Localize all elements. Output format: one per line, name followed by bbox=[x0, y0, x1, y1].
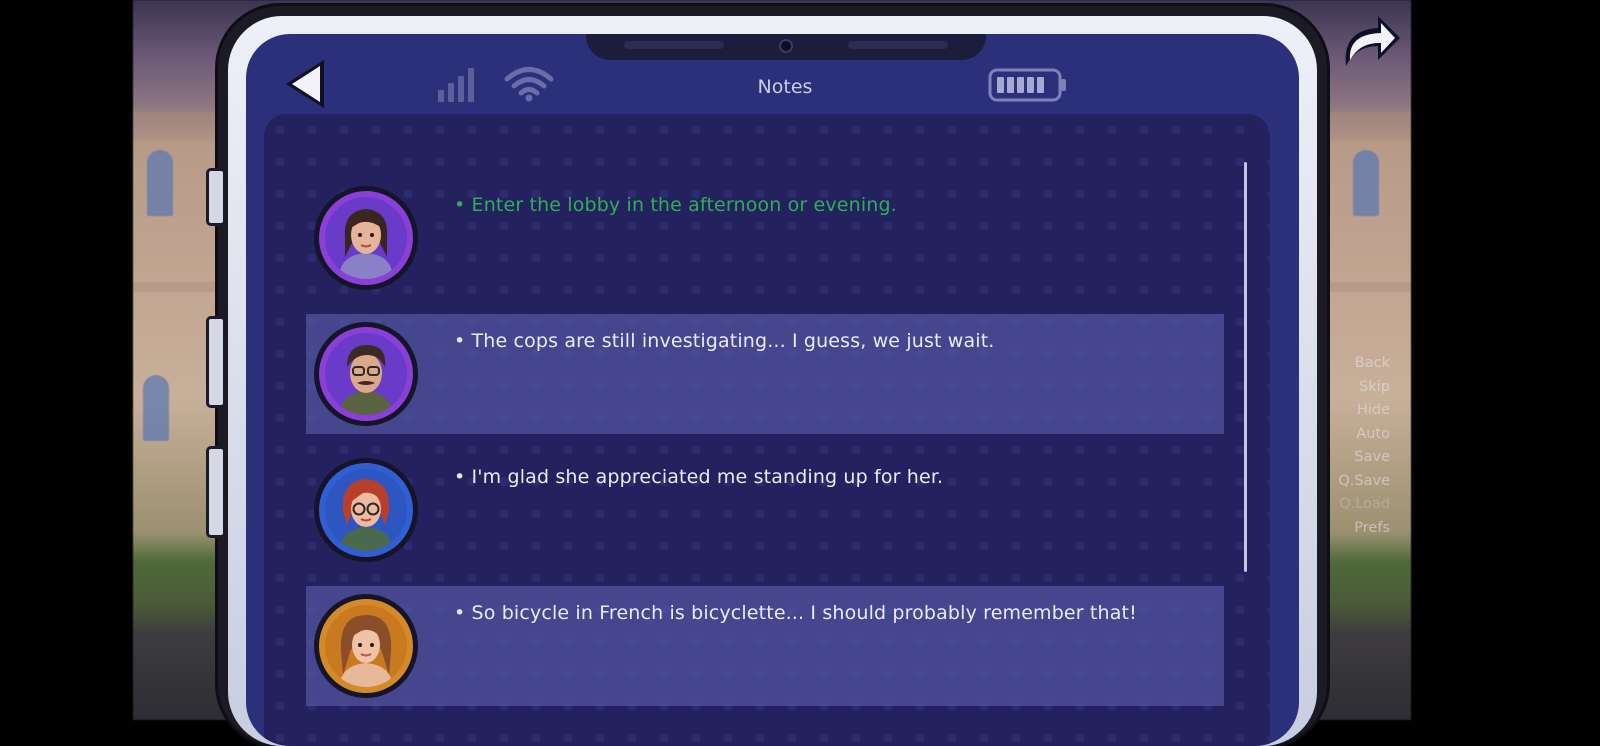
quick-menu-hide[interactable]: Hide bbox=[1338, 399, 1390, 423]
quick-menu-back[interactable]: Back bbox=[1338, 352, 1390, 376]
quick-menu-qload[interactable]: Q.Load bbox=[1338, 493, 1390, 517]
brown-haired-woman-portrait bbox=[339, 615, 393, 687]
quick-menu: Back Skip Hide Auto Save Q.Save Q.Load P… bbox=[1338, 352, 1390, 540]
man-with-mustache-portrait bbox=[339, 345, 393, 415]
note-item: • The cops are still investigating... I … bbox=[306, 314, 1224, 434]
quick-menu-skip[interactable]: Skip bbox=[1338, 376, 1390, 400]
phone-screen: Notes • Enter the lobby in the afternoon… bbox=[246, 34, 1299, 746]
battery-icon bbox=[988, 68, 1066, 102]
scrollbar[interactable] bbox=[1244, 162, 1247, 572]
note-item: • Enter the lobby in the afternoon or ev… bbox=[306, 178, 1224, 298]
return-arrow-button[interactable] bbox=[1338, 10, 1404, 70]
curved-arrow-right-icon bbox=[1345, 16, 1400, 66]
note-text: • Enter the lobby in the afternoon or ev… bbox=[454, 194, 897, 216]
note-text: • I'm glad she appreciated me standing u… bbox=[454, 466, 944, 488]
quick-menu-save[interactable]: Save bbox=[1338, 446, 1390, 470]
notes-list[interactable]: • Enter the lobby in the afternoon or ev… bbox=[264, 114, 1270, 746]
quick-menu-auto[interactable]: Auto bbox=[1338, 423, 1390, 447]
phone-frame: Notes • Enter the lobby in the afternoon… bbox=[228, 16, 1317, 746]
phone-side-button bbox=[206, 446, 226, 538]
phone-side-button bbox=[206, 168, 226, 226]
quick-menu-qsave[interactable]: Q.Save bbox=[1338, 470, 1390, 494]
avatar bbox=[314, 458, 418, 562]
note-item: • I'm glad she appreciated me standing u… bbox=[306, 450, 1224, 570]
avatar bbox=[314, 322, 418, 426]
phone-side-button bbox=[206, 316, 226, 408]
note-item: • So bicycle in French is bicyclette... … bbox=[306, 586, 1224, 706]
note-text: • The cops are still investigating... I … bbox=[454, 330, 995, 352]
page-title: Notes bbox=[757, 76, 813, 98]
red-haired-woman-portrait bbox=[339, 479, 393, 551]
dark-haired-woman-portrait bbox=[339, 209, 393, 279]
status-bar: Notes bbox=[246, 34, 1299, 114]
note-text: • So bicycle in French is bicyclette... … bbox=[454, 602, 1137, 624]
phone: Notes • Enter the lobby in the afternoon… bbox=[206, 6, 1327, 746]
avatar bbox=[314, 186, 418, 290]
quick-menu-prefs[interactable]: Prefs bbox=[1338, 517, 1390, 541]
avatar bbox=[314, 594, 418, 698]
